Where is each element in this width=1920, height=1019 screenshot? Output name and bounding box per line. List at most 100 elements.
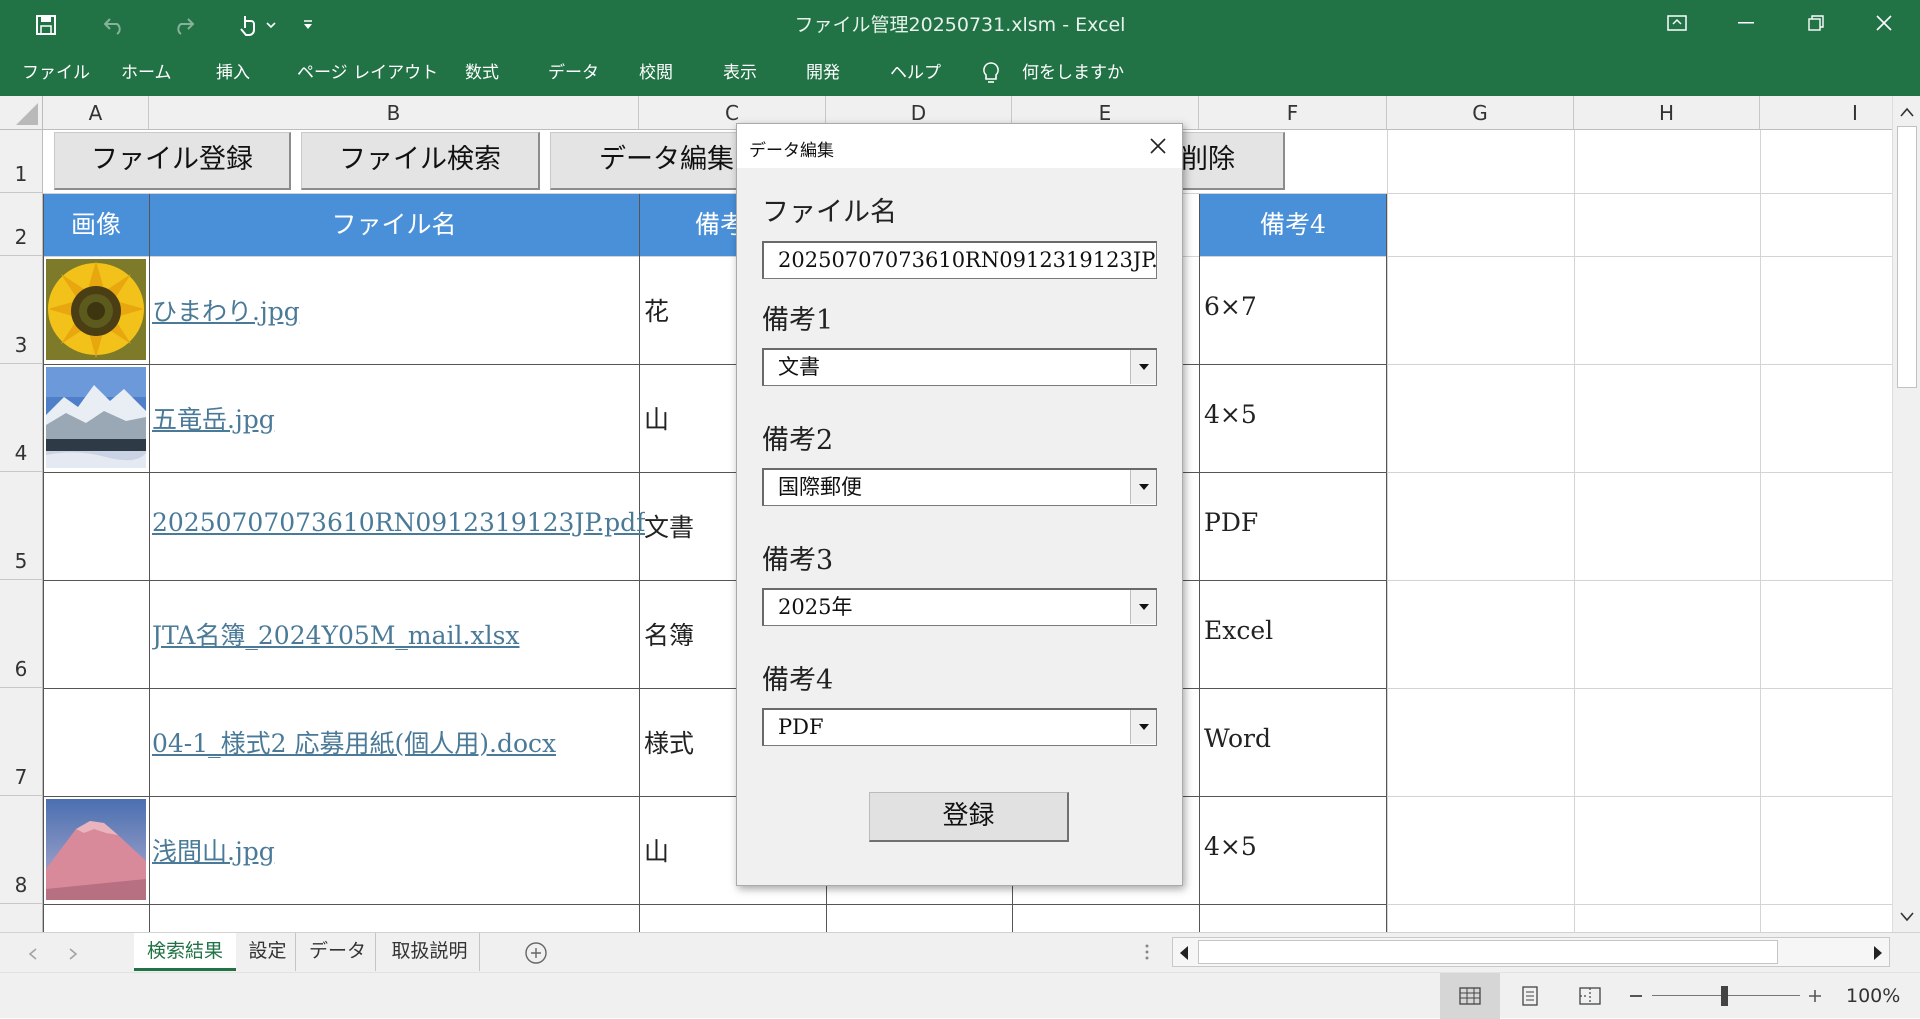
filename-link[interactable]: ひまわり.jpg bbox=[152, 292, 300, 328]
note1-cell[interactable]: 名簿 bbox=[644, 616, 694, 652]
zoom-out-icon[interactable] bbox=[1630, 995, 1642, 997]
filename-link[interactable]: 20250707073610RN0912319123JP.pdf bbox=[152, 508, 645, 537]
row-header-1[interactable]: 1 bbox=[0, 130, 43, 193]
add-sheet-icon[interactable] bbox=[524, 941, 548, 969]
row-header-4[interactable]: 4 bbox=[0, 364, 43, 472]
mount-asama-thumbnail[interactable] bbox=[46, 799, 146, 900]
table-border bbox=[149, 194, 150, 932]
zoom-level[interactable]: 100% bbox=[1846, 985, 1900, 1007]
minimize-icon[interactable] bbox=[1714, 0, 1778, 46]
gridline bbox=[1387, 130, 1388, 932]
vertical-scrollbar[interactable] bbox=[1892, 96, 1920, 932]
col-header-b[interactable]: B bbox=[149, 96, 639, 130]
row-header-2[interactable]: 2 bbox=[0, 193, 43, 256]
note1-cell[interactable]: 様式 bbox=[644, 724, 694, 760]
touch-mode-icon[interactable] bbox=[232, 0, 282, 50]
filename-link[interactable]: 04-1_様式2 応募用紙(個人用).docx bbox=[152, 724, 556, 760]
tab-formulas[interactable]: 数式 bbox=[465, 50, 499, 96]
table-header-filename: ファイル名 bbox=[149, 194, 639, 256]
note1-cell[interactable]: 山 bbox=[644, 400, 669, 436]
note4-cell[interactable]: 6×7 bbox=[1204, 292, 1257, 321]
row-header-8[interactable]: 8 bbox=[0, 796, 43, 904]
scroll-up-icon[interactable] bbox=[1900, 102, 1914, 121]
page-break-view-icon[interactable] bbox=[1560, 973, 1620, 1019]
dropdown-arrow-icon[interactable] bbox=[1130, 710, 1156, 744]
save-icon[interactable] bbox=[26, 0, 66, 50]
next-sheet-icon[interactable] bbox=[68, 945, 78, 964]
note2-combobox[interactable]: 国際郵便 bbox=[762, 468, 1157, 506]
ribbon-display-options-icon[interactable] bbox=[1645, 0, 1709, 46]
note4-cell[interactable]: Excel bbox=[1204, 616, 1273, 645]
zoom-in-icon[interactable] bbox=[1808, 988, 1822, 1007]
file-search-button[interactable]: ファイル検索 bbox=[301, 132, 540, 190]
sheet-tab-search-results[interactable]: 検索結果 bbox=[134, 933, 236, 971]
dialog-close-icon[interactable] bbox=[1142, 130, 1174, 162]
status-bar: 100% bbox=[0, 972, 1920, 1019]
col-header-a[interactable]: A bbox=[43, 96, 149, 130]
scroll-down-icon[interactable] bbox=[1900, 907, 1914, 926]
page-layout-view-icon[interactable] bbox=[1500, 973, 1560, 1019]
note4-combobox[interactable]: PDF bbox=[762, 708, 1157, 746]
tab-review[interactable]: 校閲 bbox=[639, 50, 673, 96]
row-header-7[interactable]: 7 bbox=[0, 688, 43, 796]
mountain-goryu-thumbnail[interactable] bbox=[46, 367, 146, 468]
tab-page-layout[interactable]: ページ レイアウト bbox=[297, 50, 438, 96]
tab-view[interactable]: 表示 bbox=[723, 50, 757, 96]
note1-cell[interactable]: 山 bbox=[644, 832, 669, 868]
tab-data[interactable]: データ bbox=[548, 50, 599, 96]
note4-cell[interactable]: 4×5 bbox=[1204, 832, 1257, 861]
tab-developer[interactable]: 開発 bbox=[806, 50, 840, 96]
lightbulb-icon bbox=[982, 50, 1004, 96]
select-all-corner[interactable] bbox=[0, 96, 43, 130]
restore-icon[interactable] bbox=[1784, 0, 1848, 46]
col-header-g[interactable]: G bbox=[1387, 96, 1574, 130]
note1-cell[interactable]: 花 bbox=[644, 292, 669, 328]
filename-link[interactable]: JTA名簿_2024Y05M_mail.xlsx bbox=[152, 616, 520, 652]
row-header-3[interactable]: 3 bbox=[0, 256, 43, 364]
vertical-scroll-thumb[interactable] bbox=[1897, 126, 1917, 388]
scroll-right-icon[interactable] bbox=[1873, 945, 1883, 964]
filename-link[interactable]: 五竜岳.jpg bbox=[152, 400, 275, 436]
tab-split-handle-icon[interactable] bbox=[1145, 943, 1149, 965]
undo-icon[interactable] bbox=[94, 0, 134, 50]
sunflower-thumbnail[interactable] bbox=[46, 259, 146, 360]
normal-view-icon[interactable] bbox=[1440, 973, 1500, 1019]
tab-help[interactable]: ヘルプ bbox=[890, 50, 941, 96]
row-header-5[interactable]: 5 bbox=[0, 472, 43, 580]
table-border bbox=[43, 364, 1387, 365]
horizontal-scroll-thumb[interactable] bbox=[1198, 940, 1778, 964]
redo-icon[interactable] bbox=[164, 0, 204, 50]
note1-cell[interactable]: 文書 bbox=[644, 508, 694, 544]
col-header-f[interactable]: F bbox=[1199, 96, 1387, 130]
tab-insert[interactable]: 挿入 bbox=[216, 50, 250, 96]
col-header-h[interactable]: H bbox=[1574, 96, 1760, 130]
zoom-slider-thumb[interactable] bbox=[1721, 986, 1728, 1006]
prev-sheet-icon[interactable] bbox=[28, 945, 38, 964]
tell-me-search[interactable]: 何をしますか bbox=[1022, 50, 1124, 96]
note4-cell[interactable]: PDF bbox=[1204, 508, 1258, 537]
dropdown-arrow-icon[interactable] bbox=[1130, 350, 1156, 384]
file-register-button[interactable]: ファイル登録 bbox=[54, 132, 291, 190]
dialog-title-bar[interactable]: データ編集 bbox=[737, 124, 1182, 168]
note4-cell[interactable]: 4×5 bbox=[1204, 400, 1257, 429]
sheet-tab-instructions[interactable]: 取扱説明 bbox=[380, 933, 480, 971]
row-header-9[interactable] bbox=[0, 904, 43, 932]
filename-textbox[interactable]: 20250707073610RN0912319123JP.pd bbox=[762, 241, 1157, 279]
filename-link[interactable]: 浅間山.jpg bbox=[152, 832, 275, 868]
sheet-tab-data[interactable]: データ bbox=[300, 933, 376, 971]
note3-combobox[interactable]: 2025年 bbox=[762, 588, 1157, 626]
note1-combobox[interactable]: 文書 bbox=[762, 348, 1157, 386]
col-header-i[interactable]: I bbox=[1760, 96, 1892, 130]
note4-cell[interactable]: Word bbox=[1204, 724, 1271, 753]
tab-home[interactable]: ホーム bbox=[121, 50, 172, 96]
tab-file[interactable]: ファイル bbox=[22, 50, 90, 96]
dropdown-arrow-icon[interactable] bbox=[1130, 470, 1156, 504]
close-window-icon[interactable] bbox=[1852, 0, 1916, 46]
horizontal-scrollbar[interactable] bbox=[1172, 937, 1890, 967]
sheet-tab-settings[interactable]: 設定 bbox=[240, 933, 296, 971]
row-header-6[interactable]: 6 bbox=[0, 580, 43, 688]
scroll-left-icon[interactable] bbox=[1179, 945, 1189, 964]
dropdown-arrow-icon[interactable] bbox=[1130, 590, 1156, 624]
customize-toolbar-icon[interactable] bbox=[296, 0, 320, 50]
register-button[interactable]: 登録 bbox=[869, 792, 1069, 842]
